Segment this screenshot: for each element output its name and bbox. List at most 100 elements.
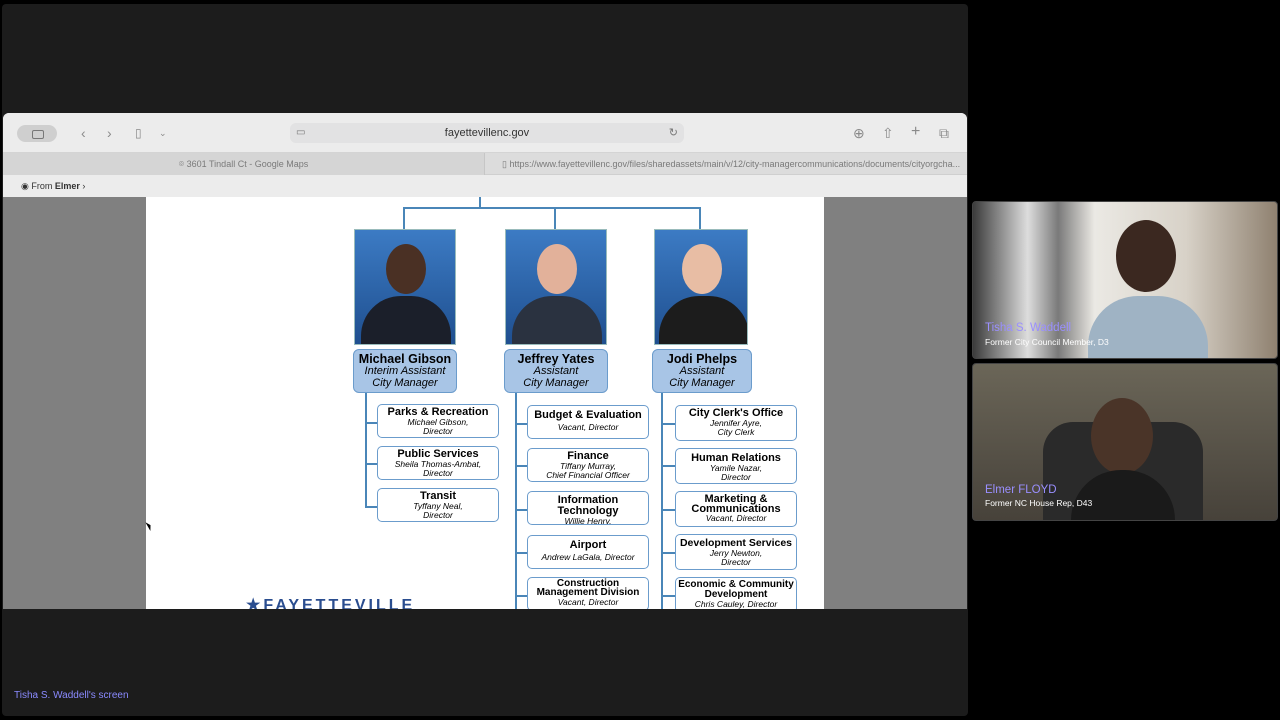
dept-role: Director [423,468,453,478]
tab-overview-icon[interactable]: ⧉ [939,125,949,141]
manager-photo [654,229,748,345]
connector [661,393,663,609]
connector [515,509,527,511]
dept-construction-management: Construction Management Division Vacant,… [527,577,649,609]
dept-economic-community-development: Economic & Community Development Chris C… [675,577,797,609]
star-icon: ★ [246,597,264,609]
dept-public-services: Public Services Sheila Thomas-Ambat, Dir… [377,446,499,480]
connector [403,207,701,209]
participant-tile-elmer[interactable]: Elmer FLOYD Former NC House Rep, D43 [972,363,1278,521]
browser-toolbar: ‹ › ▯ ⌄ ▭ fayettevillenc.gov ↻ ⊕ ⇧ + ⧉ [3,113,967,153]
connector [515,423,527,425]
dept-role: Director [423,510,453,520]
sidebar-toggle-icon[interactable] [17,125,57,142]
screen-share-label: Tisha S. Waddell's screen [14,690,129,701]
dept-airport: Airport Andrew LaGala, Director [527,535,649,569]
connector [661,552,675,554]
dept-role: Director [423,426,453,436]
participant-tile-tisha[interactable]: Tisha S. Waddell Former City Council Mem… [972,201,1278,359]
browser-window: ‹ › ▯ ⌄ ▭ fayettevillenc.gov ↻ ⊕ ⇧ + ⧉ ⌾… [3,113,967,609]
face [682,244,722,294]
dept-marketing-communications: Marketing & Communications Vacant, Direc… [675,491,797,527]
connector [479,197,481,207]
connector [365,463,377,465]
face [1091,398,1153,474]
manager-card-gibson: Michael Gibson Interim Assistant City Ma… [353,349,457,393]
participant-name: Elmer FLOYD [985,484,1057,496]
reload-icon[interactable]: ↻ [669,123,678,143]
dept-role: Director [721,557,751,567]
participant-name: Tisha S. Waddell [985,322,1072,334]
city-logo: ★FAYETTEVILLE [246,595,415,609]
manager-title: City Manager [523,377,589,389]
face [1116,220,1176,292]
dept-head: Chris Cauley, Director [694,599,778,609]
dept-head: Vacant, Director [557,597,619,607]
dept-role: City Clerk [717,427,755,437]
connector [365,393,367,508]
map-pin-icon: ⌾ [178,159,187,169]
dept-information-technology: Information Technology Willie Henry, Chi… [527,491,649,525]
shirt [1088,296,1208,358]
sidebar-icon[interactable]: ▯ [135,125,142,141]
tab-org-chart[interactable]: ▯ https://www.fayettevillenc.gov/files/s… [486,153,966,175]
back-icon[interactable]: ‹ [81,125,86,141]
manager-card-phelps: Jodi Phelps Assistant City Manager [652,349,752,393]
connector [515,465,527,467]
dept-transit: Transit Tyffany Neal, Director [377,488,499,522]
manager-photo [505,229,607,345]
chevron-right-icon: › [82,181,86,191]
dept-budget-evaluation: Budget & Evaluation Vacant, Director [527,405,649,439]
connector [515,552,527,554]
suit [361,296,451,344]
suit [512,296,602,344]
new-tab-icon[interactable]: + [911,124,920,140]
connector [661,465,675,467]
manager-name: Jodi Phelps [666,352,738,366]
connector [661,595,675,597]
manager-name: Michael Gibson [358,352,452,366]
suit [659,296,747,344]
page-icon: ▭ [296,127,306,138]
tab-google-maps[interactable]: ⌾ 3601 Tindall Ct - Google Maps [3,153,485,175]
bookmark-name[interactable]: Elmer [55,181,80,191]
address-text: fayettevillenc.gov [444,127,530,139]
dept-head: Vacant, Director [557,422,619,432]
org-chart-page: Michael Gibson Interim Assistant City Ma… [146,197,824,609]
manager-title: Assistant [679,365,725,377]
face [537,244,577,294]
manager-name: Jeffrey Yates [517,352,595,366]
dept-finance: Finance Tiffany Murray, Chief Financial … [527,448,649,482]
bookmark-prefix: From [31,181,53,191]
pdf-viewer: Michael Gibson Interim Assistant City Ma… [3,197,967,609]
dept-name: Budget & Evaluation [534,409,642,421]
connector [515,595,527,597]
dept-name: Airport [569,539,607,551]
dept-human-relations: Human Relations Yamile Nazar, Director [675,448,797,484]
dept-development-services: Development Services Jerry Newton, Direc… [675,534,797,570]
profile-icon: ◉ [21,181,32,191]
dept-head: Vacant, Director [705,513,767,523]
face [386,244,426,294]
dept-role: Director [721,472,751,482]
dept-head: Andrew LaGala, Director [541,552,635,562]
dept-parks-recreation: Parks & Recreation Michael Gibson, Direc… [377,404,499,438]
bookmarks-bar: ◉ From Elmer › [3,175,967,197]
dept-role: Chief Financial Officer [546,470,630,480]
connector [699,207,701,229]
connector [365,422,377,424]
forward-icon[interactable]: › [107,125,112,141]
connector [515,393,517,609]
address-bar[interactable]: ▭ fayettevillenc.gov ↻ [290,123,684,143]
manager-card-yates: Jeffrey Yates Assistant City Manager [504,349,608,393]
connector [661,509,675,511]
share-icon[interactable]: ⇧ [882,125,894,141]
connector [554,207,556,229]
download-icon[interactable]: ⊕ [853,125,865,141]
tab-label: https://www.fayettevillenc.gov/files/sha… [509,159,961,169]
chevron-down-icon[interactable]: ⌄ [159,125,167,141]
dept-head: Willie Henry, [564,516,612,525]
connector [403,207,405,229]
manager-title: Interim Assistant [364,365,446,377]
tab-bar: ⌾ 3601 Tindall Ct - Google Maps ▯ https:… [3,153,967,175]
